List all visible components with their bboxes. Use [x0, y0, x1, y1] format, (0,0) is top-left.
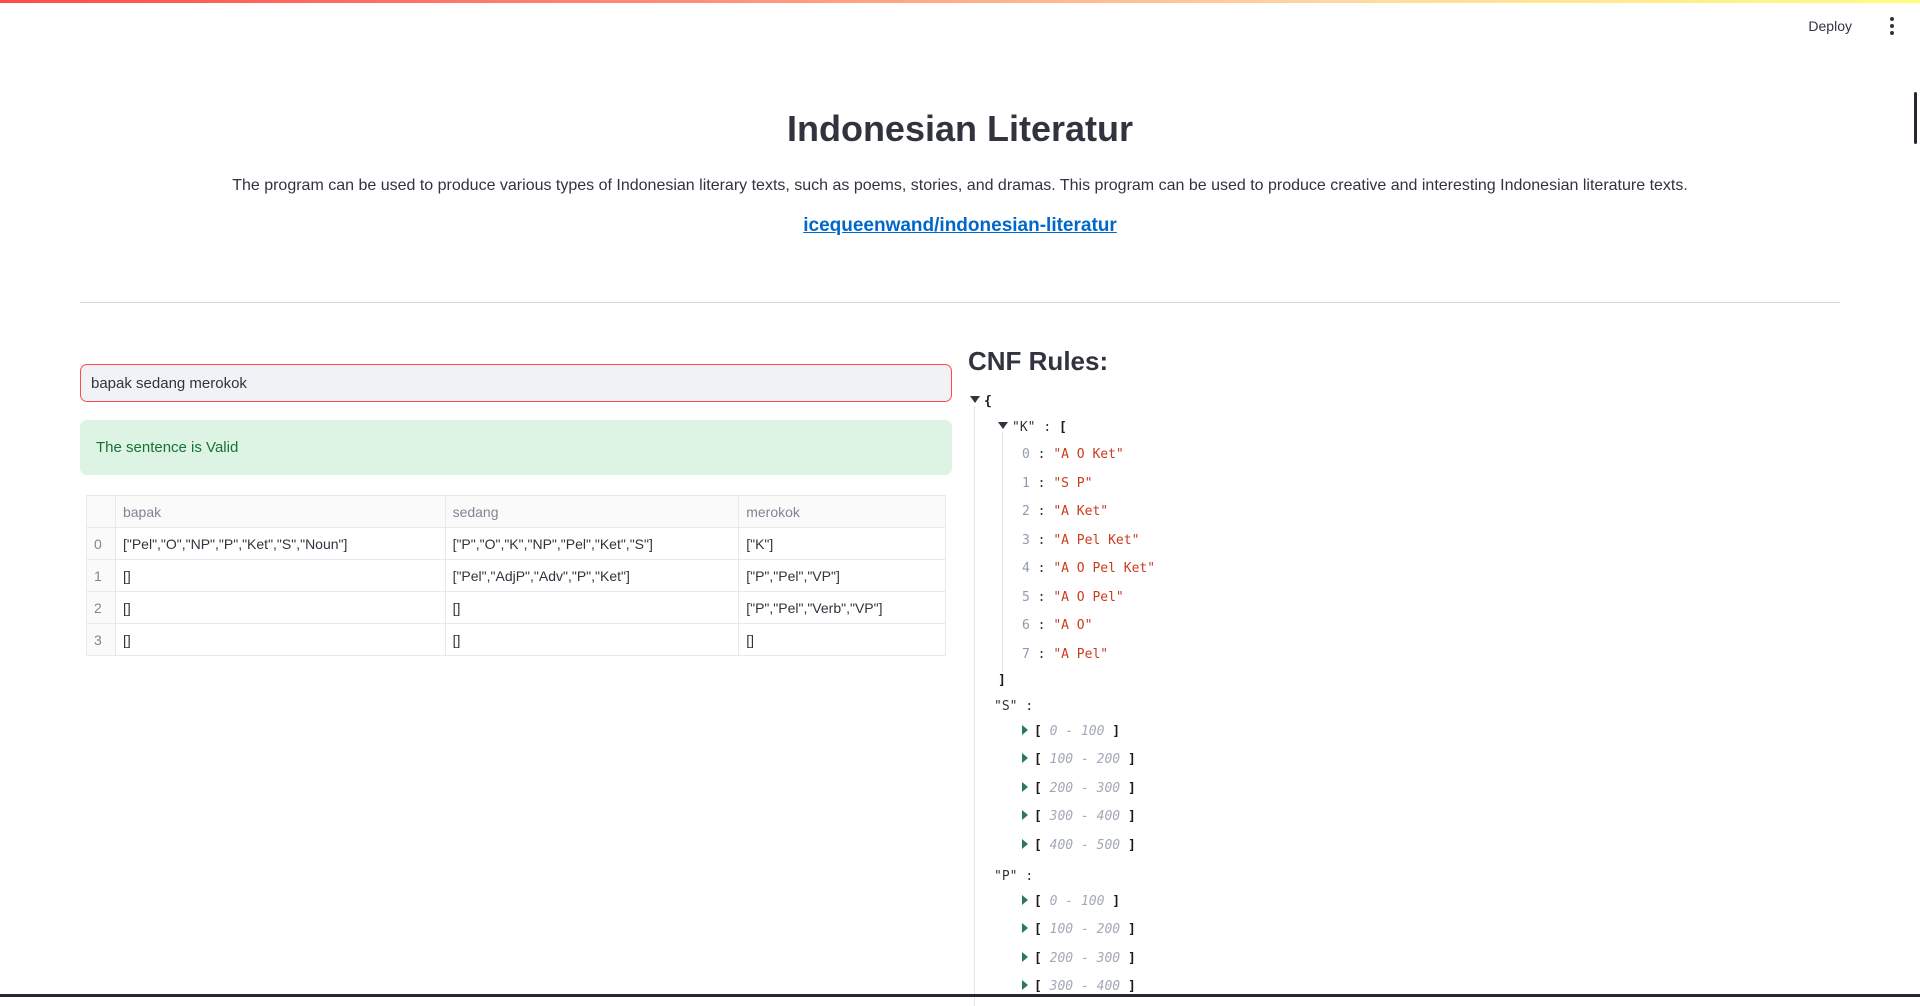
menu-dot: [1890, 17, 1894, 21]
table-cell[interactable]: ["P","Pel","VP"]: [738, 559, 946, 592]
json-array-item[interactable]: 5 : "A O Pel": [1022, 588, 1124, 608]
repo-link[interactable]: icequeenwand/indonesian-literatur: [0, 215, 1920, 237]
app-header: Deploy: [0, 0, 1920, 52]
expand-caret-icon[interactable]: [1022, 952, 1028, 962]
json-array-item[interactable]: 6 : "A O": [1022, 616, 1092, 636]
json-array-item[interactable]: 1 : "S P": [1022, 474, 1092, 494]
json-range-group[interactable]: [ 200 - 300 ]: [1022, 779, 1136, 799]
table-header-row: bapak sedang merokok: [86, 495, 946, 528]
page-title: Indonesian Literatur: [786, 108, 1134, 149]
table-cell[interactable]: []: [114, 623, 446, 656]
row-index: 3: [86, 623, 116, 656]
row-index: 2: [86, 591, 116, 624]
json-range-group[interactable]: [ 0 - 100 ]: [1022, 892, 1120, 912]
column-header[interactable]: bapak: [114, 495, 446, 528]
tree-guide-line: [974, 406, 975, 1006]
column-header[interactable]: sedang: [444, 495, 740, 528]
success-alert: The sentence is Valid: [80, 420, 952, 475]
table-cell[interactable]: []: [114, 559, 446, 592]
table-cell[interactable]: []: [738, 623, 946, 656]
json-array-item[interactable]: 3 : "A Pel Ket": [1022, 531, 1139, 551]
table-row: 1 [] ["Pel","AdjP","Adv","P","Ket"] ["P"…: [86, 559, 946, 592]
expand-caret-icon[interactable]: [1022, 839, 1028, 849]
json-key-k[interactable]: "K" : [: [998, 418, 1067, 438]
row-index: 0: [86, 527, 116, 560]
cnf-rules-heading: CNF Rules:: [968, 346, 1109, 376]
table-row: 2 [] [] ["P","Pel","Verb","VP"]: [86, 591, 946, 624]
table-cell[interactable]: ["P","O","K","NP","Pel","Ket","S"]: [444, 527, 740, 560]
table-cell[interactable]: ["Pel","O","NP","P","Ket","S","Noun"]: [114, 527, 446, 560]
json-array-item[interactable]: 7 : "A Pel": [1022, 645, 1108, 665]
table-cell[interactable]: ["K"]: [738, 527, 946, 560]
table-row: 0 ["Pel","O","NP","P","Ket","S","Noun"] …: [86, 527, 946, 560]
json-range-group[interactable]: [ 0 - 100 ]: [1022, 722, 1120, 742]
sentence-input[interactable]: [80, 364, 952, 402]
json-range-group[interactable]: [ 200 - 300 ]: [1022, 949, 1136, 969]
expand-caret-icon[interactable]: [1022, 895, 1028, 905]
expand-caret-icon[interactable]: [1022, 923, 1028, 933]
json-key-p[interactable]: "P" :: [994, 867, 1033, 887]
page-scrollbar[interactable]: [1912, 44, 1920, 984]
expand-caret-icon[interactable]: [1022, 980, 1028, 990]
collapse-caret-icon[interactable]: [998, 422, 1008, 429]
collapse-caret-icon[interactable]: [970, 396, 980, 403]
table-cell[interactable]: ["P","Pel","Verb","VP"]: [738, 591, 946, 624]
json-range-group[interactable]: [ 300 - 400 ]: [1022, 807, 1136, 827]
kebab-menu-icon[interactable]: [1880, 14, 1904, 38]
column-header[interactable]: merokok: [738, 495, 946, 528]
root-node[interactable]: {: [970, 392, 992, 412]
scrollbar-thumb[interactable]: [1914, 92, 1917, 144]
json-array-item[interactable]: 2 : "A Ket": [1022, 502, 1108, 522]
json-range-group[interactable]: [ 100 - 200 ]: [1022, 750, 1136, 770]
json-range-group[interactable]: [ 400 - 500 ]: [1022, 836, 1136, 856]
json-key-s[interactable]: "S" :: [994, 697, 1033, 717]
deploy-button[interactable]: Deploy: [1800, 14, 1860, 38]
row-index: 1: [86, 559, 116, 592]
expand-caret-icon[interactable]: [1022, 753, 1028, 763]
table-cell[interactable]: []: [444, 623, 740, 656]
table-row: 3 [] [] []: [86, 623, 946, 656]
menu-dot: [1890, 24, 1894, 28]
expand-caret-icon[interactable]: [1022, 782, 1028, 792]
json-array-item[interactable]: 4 : "A O Pel Ket": [1022, 559, 1155, 579]
success-message: The sentence is Valid: [96, 439, 239, 456]
table-cell[interactable]: []: [444, 591, 740, 624]
expand-caret-icon[interactable]: [1022, 810, 1028, 820]
table-cell[interactable]: []: [114, 591, 446, 624]
index-header: [86, 495, 116, 528]
cyk-table: bapak sedang merokok 0 ["Pel","O","NP","…: [86, 495, 946, 656]
section-divider: [80, 302, 1840, 303]
expand-caret-icon[interactable]: [1022, 725, 1028, 735]
json-array-close: ]: [998, 673, 1006, 688]
json-range-group[interactable]: [ 100 - 200 ]: [1022, 920, 1136, 940]
tree-guide-line: [1002, 432, 1003, 672]
menu-dot: [1890, 31, 1894, 35]
table-cell[interactable]: ["Pel","AdjP","Adv","P","Ket"]: [444, 559, 740, 592]
page-description: The program can be used to produce vario…: [232, 177, 1688, 194]
json-array-item[interactable]: 0 : "A O Ket": [1022, 445, 1124, 465]
